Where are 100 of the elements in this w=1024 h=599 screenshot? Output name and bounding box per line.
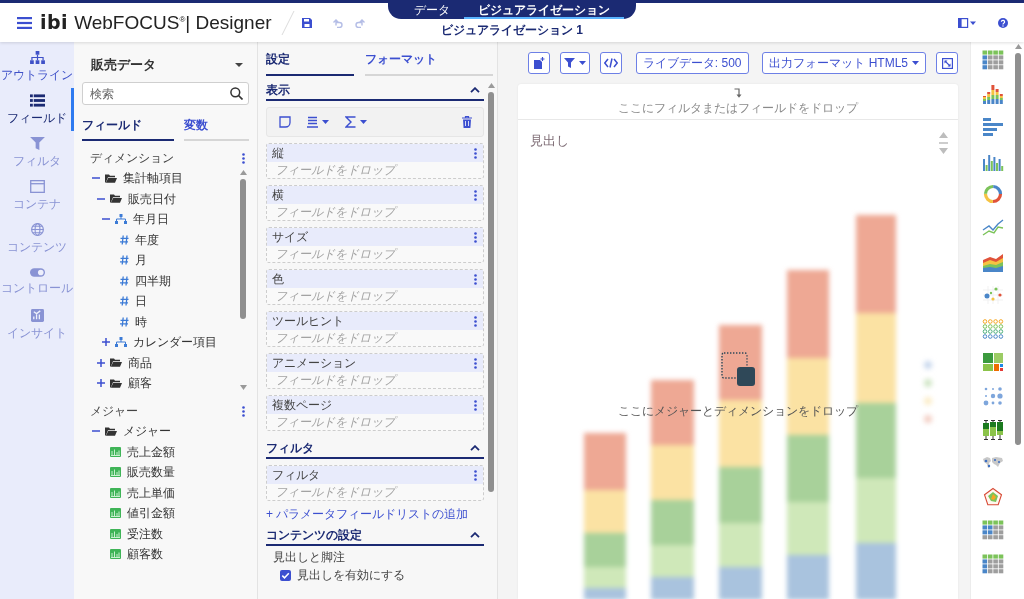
rail-item[interactable]: フィールド [0,88,74,131]
treemap-icon[interactable] [981,352,1004,373]
box-plot-icon[interactable] [981,419,1004,440]
rail-item[interactable]: アウトライン [0,45,74,88]
tree-item[interactable]: 年月日 [133,212,169,227]
chevron-up-icon[interactable] [470,532,480,538]
scroll-up-icon[interactable] [487,83,495,88]
note-icon[interactable] [279,116,291,128]
drop-zone[interactable]: 縦 フィールドをドロップ [266,143,484,179]
code-button[interactable] [600,52,622,74]
donut-chart-icon[interactable] [981,184,1004,205]
heading-text[interactable]: 見出し [530,132,569,150]
search-field[interactable]: 検索 [82,82,249,105]
drop-zone[interactable]: アニメーション フィールドをドロップ [266,353,484,389]
tree-item[interactable]: 四半期 [135,273,171,288]
output-format-button[interactable]: 出力フォーマット HTML5 [762,52,926,74]
mode-tab[interactable]: ビジュアライゼーション [464,3,624,19]
bar-segment [584,490,626,533]
scroll-up-icon[interactable] [239,170,247,175]
bar-segment [787,435,829,502]
checkbox[interactable] [280,570,291,581]
scrollbar-thumb[interactable] [488,92,494,492]
drop-zone[interactable]: 色 フィールドをドロップ [266,269,484,305]
scrollbar-thumb[interactable] [240,179,246,319]
tree-item[interactable]: 値引金額 [127,506,175,521]
plus-icon[interactable] [102,338,110,347]
live-data-button[interactable]: ライブデータ: 500 [635,52,749,74]
tree-item[interactable]: 集計軸項目 [123,171,183,186]
fullscreen-button[interactable] [936,52,958,74]
tree-item[interactable]: 年度 [135,232,159,247]
table-icon[interactable] [981,553,1004,574]
lines-icon[interactable] [307,116,318,128]
tree-item[interactable]: 売上金額 [127,444,175,459]
chevron-up-icon[interactable] [470,87,480,93]
menu-icon[interactable] [17,16,32,29]
filter-button[interactable] [560,52,590,74]
more-icon[interactable] [242,152,245,164]
tree-item[interactable]: 販売日付 [128,191,176,206]
more-icon[interactable] [474,399,477,411]
mode-tab[interactable]: データ [400,3,464,19]
list-icon [29,94,45,107]
more-icon[interactable] [474,315,477,327]
tree-item[interactable]: 月 [135,253,147,268]
panel-layout-icon[interactable] [958,17,976,28]
filter-drop-zone[interactable]: ここにフィルタまたはフィールドをドロップ [518,84,958,120]
bar-chart-icon [110,446,121,457]
drop-zone[interactable]: ツールヒント フィールドをドロップ [266,311,484,347]
plus-icon[interactable] [97,379,105,388]
more-icon[interactable] [474,273,477,285]
tree-item[interactable]: 販売数量 [127,465,175,480]
table-icon[interactable] [981,520,1004,541]
scrollbar-thumb[interactable] [1015,53,1021,445]
more-icon[interactable] [474,189,477,201]
tree-item[interactable]: 顧客 [128,376,152,391]
add-page-button[interactable] [528,52,550,74]
plus-icon[interactable] [97,358,105,367]
folder-icon [110,378,122,388]
legend-marker [924,379,932,387]
more-icon[interactable] [474,469,477,481]
bubble-matrix-icon[interactable] [981,318,1004,339]
tree-item[interactable]: 売上単価 [127,485,175,500]
tree-item[interactable]: 商品 [128,355,152,370]
more-icon[interactable] [474,357,477,369]
radar-chart-icon[interactable] [981,486,1004,507]
more-icon[interactable] [474,231,477,243]
drop-zone[interactable]: 複数ページ フィールドをドロップ [266,395,484,431]
caret-icon[interactable] [235,63,243,67]
add-parameter-link[interactable]: + パラメータフィールドリストの追加 [266,507,469,522]
drop-zone[interactable]: サイズ フィールドをドロップ [266,227,484,263]
save-icon[interactable] [301,17,312,28]
chevron-up-icon[interactable] [470,445,480,451]
horizontal-bar-chart-icon[interactable] [981,117,1004,138]
sigma-icon[interactable] [345,116,356,128]
table-icon[interactable] [981,50,1004,70]
tree-item[interactable]: 受注数 [127,526,163,541]
drop-zone[interactable]: 横 フィールドをドロップ [266,185,484,221]
bar-segment [584,433,626,490]
drop-zone[interactable]: フィルタ フィールドをドロップ [266,465,484,501]
more-icon[interactable] [242,405,245,417]
tree-item[interactable]: 顧客数 [127,547,163,562]
area-chart-icon[interactable] [981,251,1004,272]
scatter-plot-icon[interactable] [981,285,1004,306]
zone-label: ツールヒント [272,314,344,328]
scroll-down-icon[interactable] [239,385,247,390]
help-icon[interactable] [998,17,1008,28]
more-icon[interactable] [474,147,477,159]
scroll-up-icon[interactable] [1014,44,1022,49]
tree-item[interactable]: 日 [135,294,147,309]
bar-segment [787,502,829,555]
line-chart-icon[interactable] [981,217,1004,238]
tree-item[interactable]: 時 [135,314,147,329]
panel-tab[interactable]: 設定 [266,52,354,76]
tree-item[interactable]: カレンダー項目 [133,335,217,350]
stacked-bar-chart-icon[interactable] [981,83,1004,104]
separator-line [279,9,296,36]
panel-tab[interactable]: フォーマット [365,52,493,76]
panel-tab[interactable]: 変数 [184,118,249,141]
trash-icon[interactable] [462,116,472,128]
panel-tab[interactable]: フィールド [82,118,174,141]
tree-item[interactable]: メジャー [123,424,171,439]
